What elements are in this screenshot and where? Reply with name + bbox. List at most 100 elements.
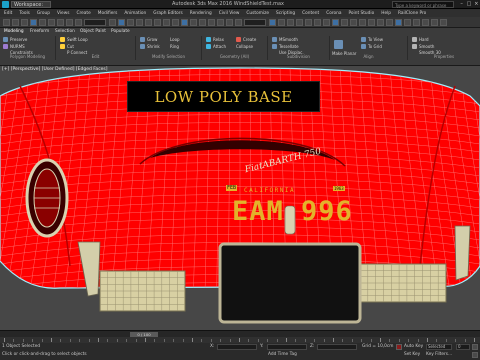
set-key-label[interactable]: Set Key bbox=[404, 352, 420, 357]
attach-button[interactable]: Attach bbox=[213, 44, 226, 49]
collapse-button[interactable]: Collapse bbox=[236, 44, 253, 49]
toolbar-button-icon[interactable] bbox=[323, 19, 330, 26]
toolbar-button-icon[interactable] bbox=[287, 19, 294, 26]
auto-key-button[interactable] bbox=[396, 344, 402, 350]
menu-item-point-studio[interactable]: Point Studio bbox=[348, 11, 374, 16]
toolbar-button-icon[interactable] bbox=[75, 19, 82, 26]
toolbar-button-icon[interactable] bbox=[296, 19, 303, 26]
toolbar-button-icon[interactable] bbox=[226, 19, 233, 26]
workspace-dropdown[interactable]: Workspace: Default bbox=[11, 1, 51, 15]
menu-item-tools[interactable]: Tools bbox=[19, 11, 30, 16]
tab-selection[interactable]: Selection bbox=[55, 29, 75, 34]
toolbar-button-icon[interactable] bbox=[235, 19, 242, 26]
toolbar-button-icon[interactable] bbox=[3, 19, 10, 26]
key-mode-dropdown[interactable]: Selected bbox=[426, 344, 452, 350]
playback-icon[interactable] bbox=[472, 344, 478, 350]
tab-object-paint[interactable]: Object Paint bbox=[80, 29, 106, 34]
swift-loop-button[interactable]: Swift Loop bbox=[67, 37, 88, 42]
y-field[interactable] bbox=[267, 344, 307, 350]
toolbar-button-icon[interactable] bbox=[208, 19, 215, 26]
add-time-tag[interactable]: Add Time Tag bbox=[268, 352, 297, 357]
toolbar-button-icon[interactable] bbox=[145, 19, 152, 26]
perspective-viewport[interactable]: [+] [Perspective] [User Defined] [Edged … bbox=[0, 66, 480, 330]
cut-button[interactable]: Cut bbox=[67, 44, 74, 49]
toolbar-button-icon[interactable] bbox=[413, 19, 420, 26]
toolbar-button-icon[interactable] bbox=[199, 19, 206, 26]
loop-button[interactable]: Loop bbox=[170, 37, 180, 42]
menu-item-edit[interactable]: Edit bbox=[4, 11, 12, 16]
toolbar-button-icon[interactable] bbox=[127, 19, 134, 26]
to-view-button[interactable]: To View bbox=[368, 37, 383, 42]
menu-item-views[interactable]: Views bbox=[57, 11, 69, 16]
time-slider-bar[interactable]: 0 / 100 bbox=[0, 330, 480, 337]
x-field[interactable] bbox=[217, 344, 257, 350]
toolbar-button-icon[interactable] bbox=[190, 19, 197, 26]
menu-item-customize[interactable]: Customize bbox=[246, 11, 269, 16]
menu-item-railclone-pro[interactable]: RailClone Pro bbox=[398, 11, 426, 16]
menu-item-create[interactable]: Create bbox=[76, 11, 90, 16]
toolbar-button-icon[interactable] bbox=[278, 19, 285, 26]
minimize-icon[interactable]: – bbox=[458, 0, 465, 9]
toolbar-button-icon[interactable] bbox=[12, 19, 19, 26]
key-filters-button[interactable]: Key Filters... bbox=[426, 352, 452, 357]
toolbar-button-icon[interactable] bbox=[269, 19, 276, 26]
toolbar-button-icon[interactable] bbox=[305, 19, 312, 26]
toolbar-combo[interactable] bbox=[84, 19, 106, 26]
smooth-button[interactable]: Smooth bbox=[419, 44, 434, 49]
menu-item-corona[interactable]: Corona bbox=[326, 11, 341, 16]
frame-field[interactable]: 0 bbox=[456, 344, 470, 350]
close-icon[interactable]: × bbox=[473, 0, 480, 9]
menu-item-scripting[interactable]: Scripting bbox=[276, 11, 295, 16]
toolbar-button-icon[interactable] bbox=[332, 19, 339, 26]
hard-button[interactable]: Hard bbox=[419, 37, 429, 42]
tessellate-button[interactable]: Tessellate bbox=[279, 44, 299, 49]
toolbar-button-icon[interactable] bbox=[39, 19, 46, 26]
toolbar-button-icon[interactable] bbox=[217, 19, 224, 26]
viewport-label[interactable]: [+] [Perspective] [User Defined] [Edged … bbox=[2, 67, 108, 72]
toolbar-button-icon[interactable] bbox=[368, 19, 375, 26]
toolbar-button-icon[interactable] bbox=[118, 19, 125, 26]
toolbar-button-icon[interactable] bbox=[314, 19, 321, 26]
ring-button[interactable]: Ring bbox=[170, 44, 179, 49]
shrink-button[interactable]: Shrink bbox=[147, 44, 160, 49]
toolbar-button-icon[interactable] bbox=[48, 19, 55, 26]
toolbar-button-icon[interactable] bbox=[395, 19, 402, 26]
toolbar-button-icon[interactable] bbox=[377, 19, 384, 26]
app-logo-icon[interactable] bbox=[2, 1, 9, 8]
menu-item-civil-view[interactable]: Civil View bbox=[219, 11, 240, 16]
toolbar-button-icon[interactable] bbox=[30, 19, 37, 26]
toolbar-button-icon[interactable] bbox=[181, 19, 188, 26]
tab-populate[interactable]: Populate bbox=[111, 29, 130, 34]
menu-item-help[interactable]: Help bbox=[381, 11, 391, 16]
auto-key-label[interactable]: Auto Key bbox=[404, 344, 423, 349]
toolbar-button-icon[interactable] bbox=[350, 19, 357, 26]
menu-item-group[interactable]: Group bbox=[37, 11, 50, 16]
toolbar-button-icon[interactable] bbox=[66, 19, 73, 26]
toolbar-combo[interactable] bbox=[244, 19, 266, 26]
create-button[interactable]: Create bbox=[243, 37, 256, 42]
tab-freeform[interactable]: Freeform bbox=[30, 29, 49, 34]
toolbar-button-icon[interactable] bbox=[422, 19, 429, 26]
toolbar-button-icon[interactable] bbox=[136, 19, 143, 26]
menu-item-rendering[interactable]: Rendering bbox=[190, 11, 212, 16]
search-input[interactable]: Type a keyword or phrase bbox=[392, 1, 454, 8]
toolbar-button-icon[interactable] bbox=[431, 19, 438, 26]
msmooth-button[interactable]: MSmooth bbox=[279, 37, 298, 42]
menu-item-graph-editors[interactable]: Graph Editors bbox=[153, 11, 183, 16]
maximize-icon[interactable]: □ bbox=[465, 0, 472, 9]
zoom-icon[interactable] bbox=[472, 352, 478, 358]
toolbar-button-icon[interactable] bbox=[163, 19, 170, 26]
z-field[interactable] bbox=[317, 344, 357, 350]
to-grid-button[interactable]: To Grid bbox=[368, 44, 382, 49]
toolbar-button-icon[interactable] bbox=[109, 19, 116, 26]
toolbar-button-icon[interactable] bbox=[341, 19, 348, 26]
toolbar-button-icon[interactable] bbox=[57, 19, 64, 26]
menu-item-modifiers[interactable]: Modifiers bbox=[98, 11, 118, 16]
grow-button[interactable]: Grow bbox=[147, 37, 157, 42]
toolbar-button-icon[interactable] bbox=[404, 19, 411, 26]
toolbar-button-icon[interactable] bbox=[440, 19, 447, 26]
menu-item-content[interactable]: Content bbox=[302, 11, 319, 16]
toolbar-button-icon[interactable] bbox=[154, 19, 161, 26]
toolbar-button-icon[interactable] bbox=[359, 19, 366, 26]
toolbar-button-icon[interactable] bbox=[172, 19, 179, 26]
